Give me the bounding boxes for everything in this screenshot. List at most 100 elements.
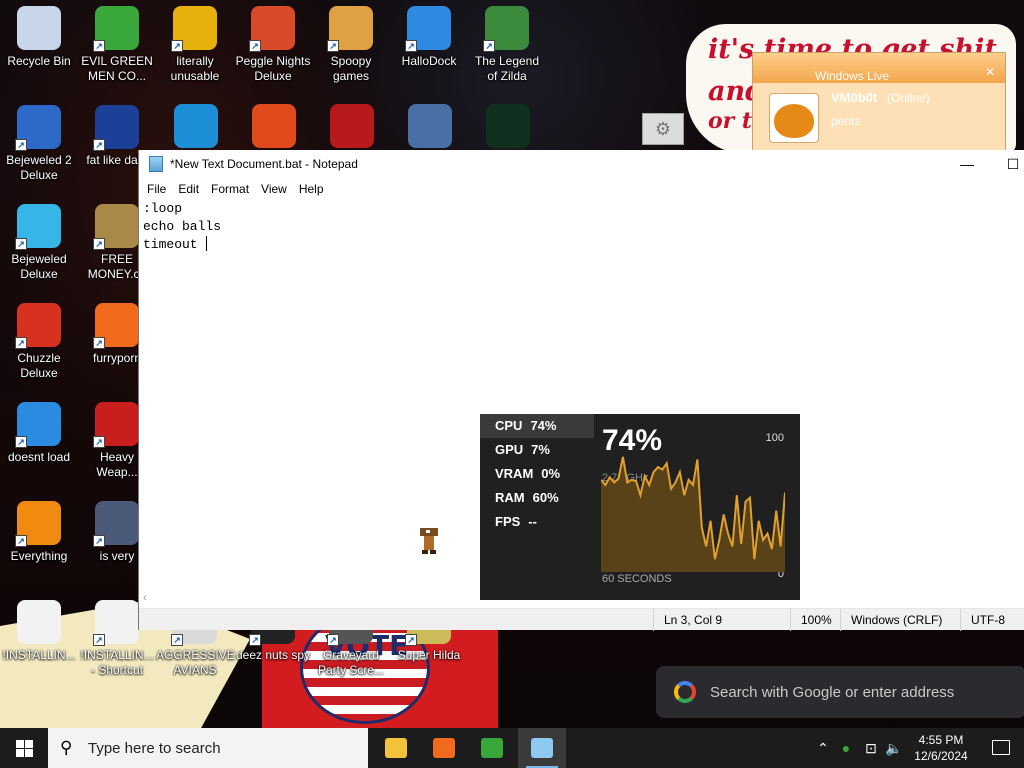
taskbar-clock[interactable]: 4:55 PM 12/6/2024 (906, 732, 976, 764)
pixel-sprite-icon (420, 528, 438, 554)
perf-stat-label: GPU (495, 442, 524, 457)
shortcut-arrow-icon: ↗ (171, 634, 183, 646)
shortcut-arrow-icon: ↗ (171, 40, 183, 52)
cpu-graph-area (601, 456, 785, 572)
taskbar-app-button[interactable] (372, 728, 420, 768)
scroll-left-icon[interactable]: ‹ (143, 592, 147, 604)
volume-icon[interactable]: 🔈 (884, 728, 904, 768)
folder-games-icon: ↗ (327, 6, 373, 52)
shortcut-arrow-icon: ↗ (327, 634, 339, 646)
contact-name: VM0b0t (831, 90, 878, 105)
contact-status: (Online) (887, 91, 930, 105)
mp-shield-icon: ↗ (93, 501, 139, 547)
close-icon[interactable]: ✕ (985, 65, 995, 79)
file-explorer-icon (385, 738, 407, 758)
shortcut-arrow-icon: ↗ (15, 436, 27, 448)
taskbar-app-button[interactable] (518, 728, 566, 768)
perf-stat-value: 74% (530, 418, 557, 433)
perf-stat-fps[interactable]: FPS -- (480, 510, 594, 534)
shortcut-arrow-icon: ↗ (327, 40, 339, 52)
perf-stat-gpu[interactable]: GPU 7% (480, 438, 594, 462)
taskbar-search-placeholder: Type here to search (88, 740, 221, 757)
encoding: UTF-8 (960, 609, 1005, 631)
radiation-icon: ↗ (93, 402, 139, 448)
taskbar: ⚲ Type here to search ⌃ ● ⊡ 🔈 4:55 PM 12… (0, 728, 1024, 768)
notepad-titlebar[interactable]: *New Text Document.bat - Notepad — ☐ (139, 150, 1024, 178)
perf-stat-value: 7% (531, 442, 550, 457)
desktop-icon[interactable]: ↗ literally unusable (156, 6, 234, 84)
text-line: :loop (143, 201, 183, 216)
desktop-icon[interactable]: ↗ Spoopy games (312, 6, 390, 84)
pumpkin-avatar-icon (769, 93, 819, 143)
shortcut-arrow-icon: ↗ (93, 139, 105, 151)
desktop-icon[interactable]: ↗ Everything (0, 501, 78, 564)
notepad-icon (531, 738, 553, 758)
network-icon[interactable]: ⊡ (860, 728, 882, 768)
text-editor[interactable]: :loop echo balls timeout (143, 200, 221, 254)
money-bag-icon: ↗ (93, 204, 139, 250)
desktop-icon-label: Everything (10, 549, 68, 563)
settings-gear-icon[interactable]: ⚙ (642, 113, 684, 145)
messenger-popup[interactable]: Windows Live ✕ VM0b0t (Online) pents (752, 52, 1006, 152)
zoom-level: 100% (790, 609, 832, 631)
maximize-button[interactable]: ☐ (990, 150, 1024, 178)
taskbar-app-button[interactable] (420, 728, 468, 768)
messenger-users-icon: ↗ (93, 6, 139, 52)
personal-message: pents (831, 114, 861, 128)
chevron-up-icon[interactable]: ⌃ (814, 728, 832, 768)
yashma-icon[interactable] (486, 104, 530, 148)
minimize-button[interactable]: — (944, 150, 990, 178)
desktop-icon[interactable]: Recycle Bin (0, 6, 78, 69)
perf-stat-label: FPS (495, 514, 521, 529)
desktop-icon-label: Recycle Bin (7, 54, 71, 68)
menu-help[interactable]: Help (293, 182, 330, 196)
cursor-position: Ln 3, Col 9 (653, 609, 722, 631)
desktop-icon[interactable]: ↗ The Legend of Zilda (468, 6, 546, 84)
shortcut-arrow-icon: ↗ (93, 40, 105, 52)
desktop-icon-label: deez nuts spy (235, 648, 311, 662)
start-button[interactable] (0, 728, 48, 768)
desktop-icon[interactable]: ↗ HalloDock (390, 6, 468, 69)
text-caret (206, 236, 208, 251)
menu-edit[interactable]: Edit (172, 182, 205, 196)
window-title: *New Text Document.bat - Notepad (170, 157, 358, 171)
shortcut-arrow-icon: ↗ (249, 40, 261, 52)
network-shield-icon[interactable] (408, 104, 452, 148)
text-line: timeout (143, 237, 206, 252)
menu-bar: File Edit Format View Help (139, 178, 1024, 200)
desktop-icon[interactable]: ↗ Bejeweled Deluxe (0, 204, 78, 282)
shortcut-arrow-icon: ↗ (15, 337, 27, 349)
firefox-icon: ↗ (93, 303, 139, 349)
desktop-icon[interactable]: ↗ Chuzzle Deluxe (0, 303, 78, 381)
perf-stat-ram[interactable]: RAM 60% (480, 486, 594, 510)
menu-format[interactable]: Format (205, 182, 255, 196)
menu-file[interactable]: File (141, 182, 172, 196)
taskbar-search-box[interactable]: ⚲ Type here to search (48, 728, 368, 768)
perf-stat-value: 0% (541, 466, 561, 481)
perf-stat-label: RAM (495, 490, 525, 505)
notepad-icon (149, 156, 163, 172)
shortcut-arrow-icon: ↗ (405, 634, 417, 646)
recycle-bin-icon (17, 6, 61, 50)
messenger-tray-icon[interactable]: ● (836, 728, 856, 768)
performance-overlay[interactable]: CPU74%GPU7%VRAM0%RAM60%FPS-- 74% 2.70 GH… (480, 414, 800, 600)
google-search-bar[interactable]: Search with Google or enter address (656, 666, 1024, 718)
perf-stat-cpu[interactable]: CPU 74% (480, 414, 594, 438)
desktop-icon[interactable]: !INSTALLIN... (0, 600, 78, 663)
desktop-icon[interactable]: ↗ doesnt load (0, 402, 78, 465)
desktop-icon[interactable]: ↗ Bejeweled 2 Deluxe (0, 105, 78, 183)
menu-view[interactable]: View (255, 182, 293, 196)
peggle-deluxe-icon[interactable] (252, 104, 296, 148)
notifications-button[interactable] (978, 728, 1024, 768)
flash-icon[interactable] (330, 104, 374, 148)
edge-icon[interactable] (174, 104, 218, 148)
desktop-icon[interactable]: ↗ Peggle Nights Deluxe (234, 6, 312, 84)
perf-stat-label: CPU (495, 418, 523, 433)
desktop-icon[interactable]: ↗ EVIL GREEN MEN CO... (78, 6, 156, 84)
desktop-icon-label: Bejeweled Deluxe (11, 252, 67, 281)
taskbar-app-button[interactable] (468, 728, 516, 768)
desktop-icon-label: EVIL GREEN MEN CO... (81, 54, 153, 83)
perf-stat-vram[interactable]: VRAM 0% (480, 462, 594, 486)
perf-stat-value: 60% (532, 490, 559, 505)
shortcut-arrow-icon: ↗ (405, 40, 417, 52)
